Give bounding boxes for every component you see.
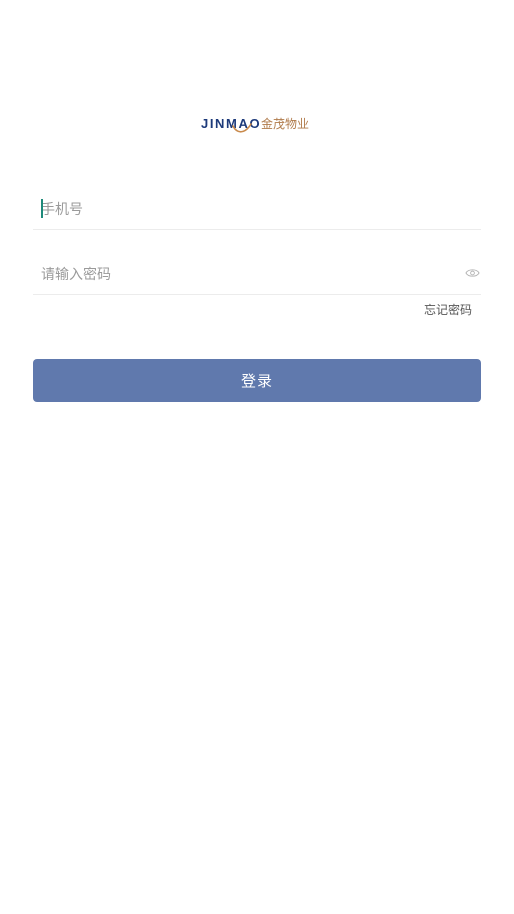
login-button[interactable]: 登录 bbox=[33, 359, 481, 402]
phone-field bbox=[33, 189, 481, 230]
eye-icon[interactable] bbox=[465, 267, 480, 279]
forgot-password-link[interactable]: 忘记密码 bbox=[424, 301, 472, 318]
logo-swoosh-icon bbox=[232, 123, 252, 133]
password-field bbox=[33, 254, 481, 295]
jinmao-logo: JINMAO 金茂物业 bbox=[201, 112, 313, 134]
brand-logo: JINMAO 金茂物业 bbox=[0, 110, 514, 136]
password-input[interactable] bbox=[41, 264, 451, 286]
login-page: JINMAO 金茂物业 忘记密码 登录 bbox=[0, 0, 514, 914]
phone-input[interactable] bbox=[41, 199, 451, 221]
text-caret bbox=[41, 199, 43, 218]
logo-chinese-name: 金茂物业 bbox=[261, 117, 310, 131]
